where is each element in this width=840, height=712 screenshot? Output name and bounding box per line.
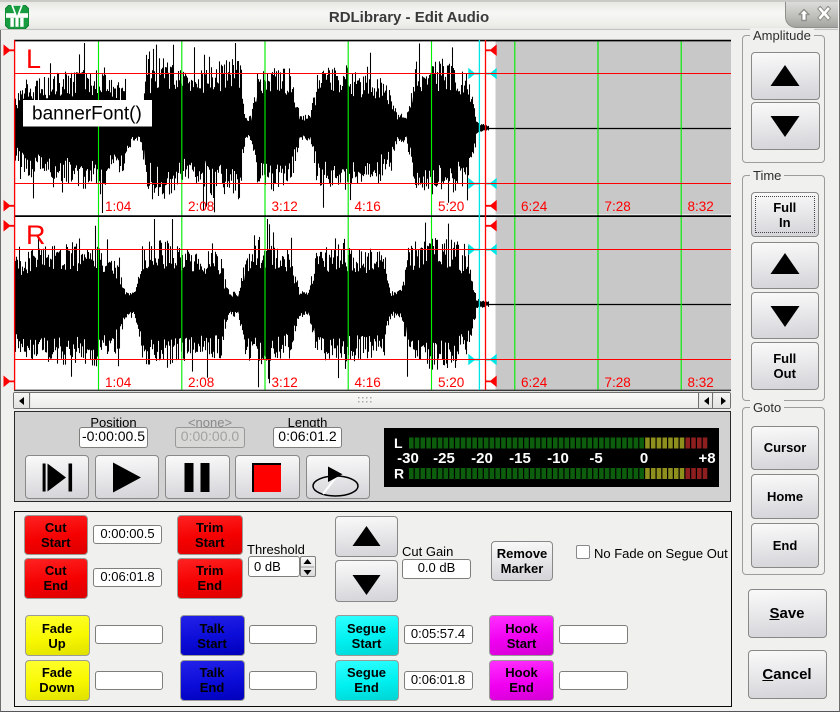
svg-text:5:20: 5:20 (438, 375, 464, 390)
svg-text:8:32: 8:32 (688, 199, 714, 214)
svg-text:3:12: 3:12 (272, 199, 298, 214)
svg-text:1:04: 1:04 (105, 199, 132, 214)
svg-text:-30: -30 (397, 450, 419, 467)
svg-text:3:12: 3:12 (272, 375, 298, 390)
svg-text:8:32: 8:32 (688, 375, 714, 390)
svg-text:7:28: 7:28 (605, 375, 631, 390)
svg-text:1:04: 1:04 (105, 375, 132, 390)
svg-text:2:08: 2:08 (188, 199, 214, 214)
svg-text:4:16: 4:16 (355, 375, 381, 390)
svg-text:-5: -5 (589, 450, 602, 467)
svg-text:+8: +8 (698, 450, 715, 467)
svg-text:R: R (26, 220, 46, 250)
svg-text:4:16: 4:16 (355, 199, 381, 214)
svg-text:L: L (26, 44, 41, 74)
svg-text:-25: -25 (433, 450, 455, 467)
svg-text:bannerFont(): bannerFont() (32, 104, 142, 125)
svg-text:5:20: 5:20 (438, 199, 464, 214)
svg-text:-10: -10 (547, 450, 569, 467)
svg-text:0: 0 (640, 450, 648, 467)
svg-text:L: L (394, 435, 403, 451)
svg-text:6:24: 6:24 (521, 199, 548, 214)
svg-text:R: R (394, 465, 404, 481)
svg-text:-15: -15 (509, 450, 531, 467)
svg-text:2:08: 2:08 (188, 375, 214, 390)
svg-text:7:28: 7:28 (605, 199, 631, 214)
svg-text:6:24: 6:24 (521, 375, 548, 390)
svg-text:-20: -20 (471, 450, 493, 467)
